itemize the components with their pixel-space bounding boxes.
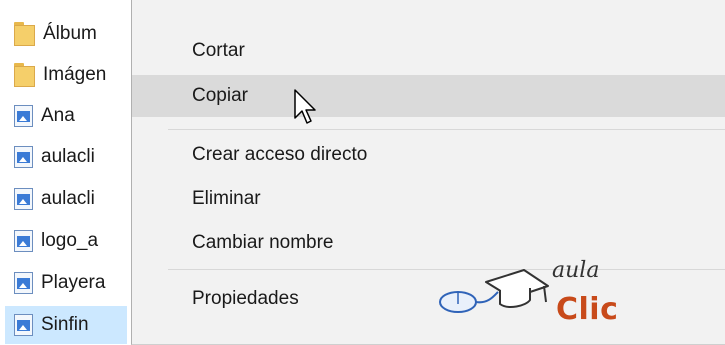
file-name: logo_a bbox=[41, 230, 99, 251]
file-item-selected[interactable]: Sinfin bbox=[5, 306, 127, 344]
menu-item-properties[interactable]: Propiedades bbox=[132, 278, 725, 320]
file-item-folder[interactable]: Álbum bbox=[14, 15, 122, 53]
menu-item-label: Copiar bbox=[192, 85, 248, 106]
menu-item-cut[interactable]: Cortar bbox=[132, 30, 725, 72]
file-item-folder[interactable]: Imágen bbox=[14, 56, 122, 94]
aulaclic-logo: aula Clic bbox=[436, 252, 626, 332]
menu-item-label: Eliminar bbox=[192, 188, 261, 209]
mouse-cursor-icon bbox=[294, 89, 316, 124]
file-name: Playera bbox=[41, 272, 106, 293]
menu-item-label: Cambiar nombre bbox=[192, 232, 334, 253]
file-name: aulacli bbox=[41, 146, 95, 167]
menu-item-label: Propiedades bbox=[192, 288, 299, 309]
menu-item-delete[interactable]: Eliminar bbox=[132, 178, 725, 220]
menu-item-label: Crear acceso directo bbox=[192, 144, 368, 165]
menu-item-create-shortcut[interactable]: Crear acceso directo bbox=[132, 134, 725, 176]
folder-icon bbox=[14, 63, 36, 87]
file-item-image[interactable]: Playera bbox=[14, 264, 122, 302]
image-file-icon bbox=[14, 146, 33, 168]
file-name: Ana bbox=[41, 105, 75, 126]
file-item-image[interactable]: aulacli bbox=[14, 138, 122, 176]
mouse-graduation-cap-icon bbox=[439, 269, 549, 313]
file-item-image[interactable]: aulacli bbox=[14, 180, 122, 218]
folder-icon bbox=[14, 22, 36, 46]
menu-item-rename[interactable]: Cambiar nombre bbox=[132, 222, 725, 264]
menu-separator bbox=[168, 129, 725, 130]
file-name: Álbum bbox=[43, 23, 97, 44]
image-file-icon bbox=[14, 188, 33, 210]
file-list: Álbum Imágen Ana aulacli aulacli logo_a … bbox=[0, 0, 127, 345]
context-menu: Cortar Copiar Crear acceso directo Elimi… bbox=[131, 0, 725, 345]
logo-text-aula: aula bbox=[552, 258, 600, 283]
file-name: Sinfin bbox=[41, 314, 89, 335]
logo-text-clic: Clic bbox=[556, 292, 619, 327]
file-name: aulacli bbox=[41, 188, 95, 209]
image-file-icon bbox=[14, 272, 33, 294]
file-name: Imágen bbox=[43, 64, 107, 85]
image-file-icon bbox=[14, 230, 33, 252]
menu-item-copy[interactable]: Copiar bbox=[132, 75, 725, 117]
file-item-image[interactable]: logo_a bbox=[14, 222, 122, 260]
menu-item-label: Cortar bbox=[192, 40, 245, 61]
image-file-icon bbox=[14, 105, 33, 127]
image-file-icon bbox=[14, 314, 33, 336]
file-item-image[interactable]: Ana bbox=[14, 97, 122, 135]
